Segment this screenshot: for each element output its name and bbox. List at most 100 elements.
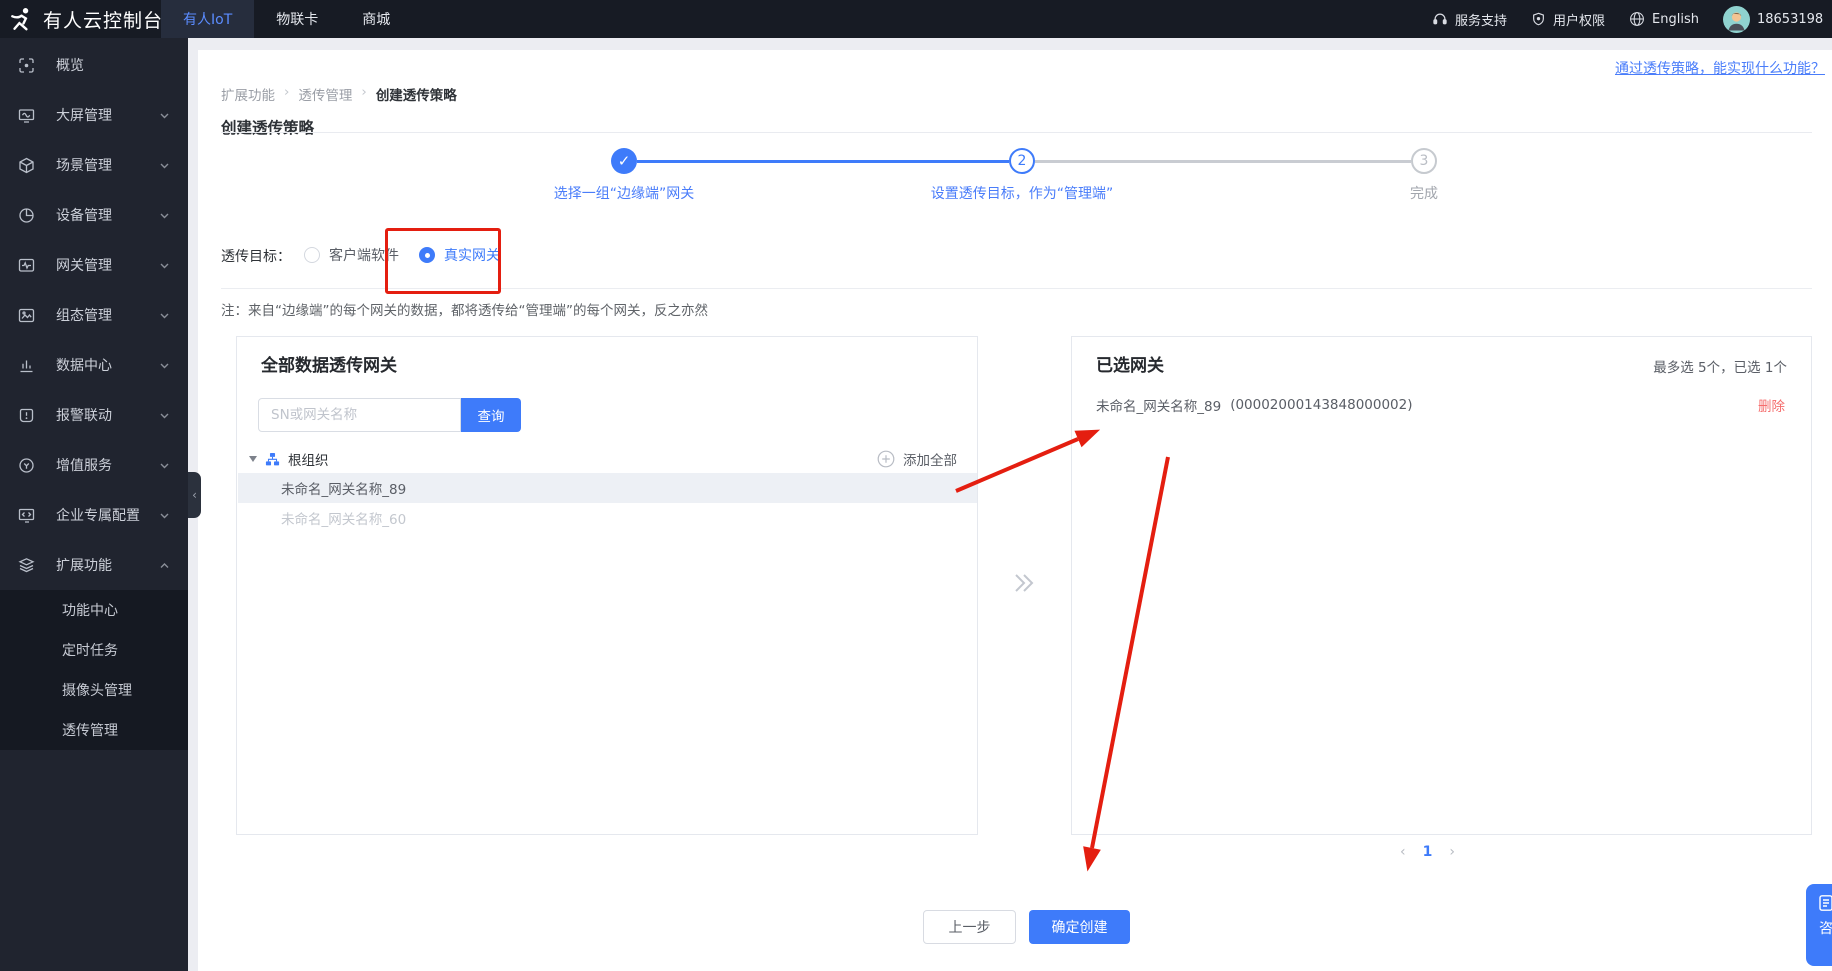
gateway-row-60[interactable]: 未命名_网关名称_60: [238, 503, 977, 533]
page-title: 创建透传策略: [221, 119, 315, 138]
gateway-search-input[interactable]: [258, 398, 461, 432]
add-all-button[interactable]: 添加全部: [877, 447, 957, 471]
sidebar-item-bigscreen[interactable]: 大屏管理: [0, 90, 188, 140]
alarm-icon: [18, 407, 35, 424]
account-phone: 18653198: [1756, 11, 1824, 27]
selection-limit-text: 最多选 5个，已选 1个: [1653, 360, 1787, 376]
pagination-page-1[interactable]: 1: [1423, 844, 1433, 860]
step-line-pending: [1035, 160, 1411, 163]
sidebar-item-passthrough-mgmt[interactable]: 透传管理: [0, 710, 188, 750]
permissions-menu[interactable]: 用户权限: [1531, 10, 1605, 29]
note-text: 注：来自“边缘端”的每个网关的数据，都将透传给“管理端”的每个网关，反之亦然: [221, 303, 708, 319]
step-line-done: [637, 160, 1009, 163]
extensions-submenu: 功能中心 定时任务 摄像头管理 透传管理: [0, 590, 188, 750]
breadcrumb-item[interactable]: 扩展功能: [221, 84, 275, 104]
breadcrumb: 扩展功能 › 透传管理 › 创建透传策略: [221, 84, 457, 104]
logo[interactable]: 有人云控制台: [8, 0, 163, 38]
sidebar-item-label: 数据中心: [56, 358, 112, 374]
sidebar-item-device[interactable]: 设备管理: [0, 190, 188, 240]
sidebar-item-timed-tasks[interactable]: 定时任务: [0, 630, 188, 670]
org-tree-root[interactable]: 根组织: [249, 447, 329, 471]
radio-label: 真实网关: [444, 248, 500, 264]
sidebar-item-enterprise[interactable]: 企业专属配置: [0, 490, 188, 540]
topbar: 有人云控制台 有人IoT 物联卡 商城 服务支持 用户权限 English 18…: [0, 0, 1832, 38]
step-1-circle: ✓: [611, 148, 637, 174]
add-circle-icon: [877, 450, 895, 468]
sidebar-item-extensions[interactable]: 扩展功能: [0, 540, 188, 590]
previous-step-button[interactable]: 上一步: [923, 910, 1016, 944]
radio-label: 客户端软件: [329, 248, 399, 264]
sidebar-item-label: 设备管理: [56, 208, 112, 224]
chevron-down-icon: [159, 410, 170, 421]
sidebar-item-scada[interactable]: 组态管理: [0, 290, 188, 340]
top-tab-sim[interactable]: 物联卡: [254, 0, 340, 38]
radio-real-gateway[interactable]: 真实网关: [419, 245, 500, 265]
overview-icon: [18, 57, 35, 74]
step-3-circle: 3: [1411, 148, 1437, 174]
radio-client-software[interactable]: 客户端软件: [304, 245, 399, 265]
sidebar-item-function-center[interactable]: 功能中心: [0, 590, 188, 630]
sidebar-item-camera-mgmt[interactable]: 摄像头管理: [0, 670, 188, 710]
sidebar-item-label: 报警联动: [56, 408, 112, 424]
pagination-next[interactable]: ›: [1449, 844, 1455, 860]
sidebar-item-label: 概览: [56, 58, 84, 74]
org-root-label: 根组织: [288, 453, 329, 469]
pie-chart-icon: [18, 207, 35, 224]
breadcrumb-current: 创建透传策略: [375, 88, 457, 104]
help-link[interactable]: 通过透传策略，能实现什么功能？: [1615, 58, 1825, 78]
all-gateways-title: 全部数据透传网关: [261, 356, 397, 376]
header-divider: [221, 132, 1812, 133]
pagination: ‹ 1 ›: [1400, 844, 1455, 860]
chevron-down-icon: [159, 460, 170, 471]
search-button[interactable]: 查询: [461, 398, 521, 432]
chevron-down-icon: [159, 360, 170, 371]
logo-text: 有人云控制台: [43, 9, 164, 32]
step-2-circle: 2: [1009, 148, 1035, 174]
account-menu[interactable]: 18653198: [1722, 5, 1824, 33]
step-2-label: 设置透传目标，作为“管理端”: [930, 186, 1114, 202]
consult-float-button[interactable]: 咨: [1806, 884, 1832, 966]
sidebar-item-label: 组态管理: [56, 308, 112, 324]
top-tab-iot[interactable]: 有人IoT: [161, 0, 255, 38]
delete-button[interactable]: 删除: [1758, 395, 1785, 415]
selected-gateways-title: 已选网关: [1096, 356, 1164, 376]
cube-icon: [18, 157, 35, 174]
chevron-down-icon: [159, 160, 170, 171]
sidebar-item-scene[interactable]: 场景管理: [0, 140, 188, 190]
shield-icon: [1531, 12, 1546, 27]
chevron-down-icon: [159, 260, 170, 271]
top-tab-mall[interactable]: 商城: [340, 0, 412, 38]
sidebar-item-overview[interactable]: 概览: [0, 40, 188, 90]
sidebar-item-label: 大屏管理: [56, 108, 112, 124]
selected-gateway-sn: (00002000143848000002): [1230, 397, 1413, 413]
layers-icon: [18, 557, 35, 574]
selected-gateway-item: 未命名_网关名称_89 (00002000143848000002): [1096, 395, 1413, 415]
confirm-create-button[interactable]: 确定创建: [1029, 910, 1130, 944]
org-icon: [265, 452, 280, 467]
breadcrumb-separator: ›: [284, 84, 290, 100]
pagination-prev[interactable]: ‹: [1400, 844, 1406, 860]
sidebar-item-vas[interactable]: 增值服务: [0, 440, 188, 490]
sidebar-collapse-handle[interactable]: ‹: [188, 472, 201, 518]
sidebar-item-datacenter[interactable]: 数据中心: [0, 340, 188, 390]
language-switch[interactable]: English: [1629, 11, 1699, 27]
all-gateways-panel: 全部数据透传网关 查询 根组织 添加全部 未命名_网关名称: [236, 336, 978, 835]
gateway-icon: [18, 257, 35, 274]
sidebar-item-label: 增值服务: [56, 458, 112, 474]
sidebar-item-gateway[interactable]: 网关管理: [0, 240, 188, 290]
step-1-label: 选择一组“边缘端”网关: [553, 186, 695, 202]
transfer-right-icon[interactable]: [1010, 568, 1036, 598]
value-service-icon: [18, 457, 35, 474]
top-nav: 有人IoT 物联卡 商城: [161, 0, 412, 38]
globe-icon: [1629, 11, 1645, 27]
sidebar-item-alarm[interactable]: 报警联动: [0, 390, 188, 440]
screen-icon: [18, 107, 35, 124]
gateway-row-89[interactable]: 未命名_网关名称_89: [238, 473, 977, 503]
topbar-right: 服务支持 用户权限 English 18653198: [1432, 0, 1823, 38]
chevron-down-icon: [159, 510, 170, 521]
chevron-down-icon: [159, 110, 170, 121]
support-menu[interactable]: 服务支持: [1432, 10, 1507, 29]
language-label: English: [1652, 11, 1699, 27]
code-screen-icon: [18, 507, 35, 524]
breadcrumb-item[interactable]: 透传管理: [298, 84, 352, 104]
